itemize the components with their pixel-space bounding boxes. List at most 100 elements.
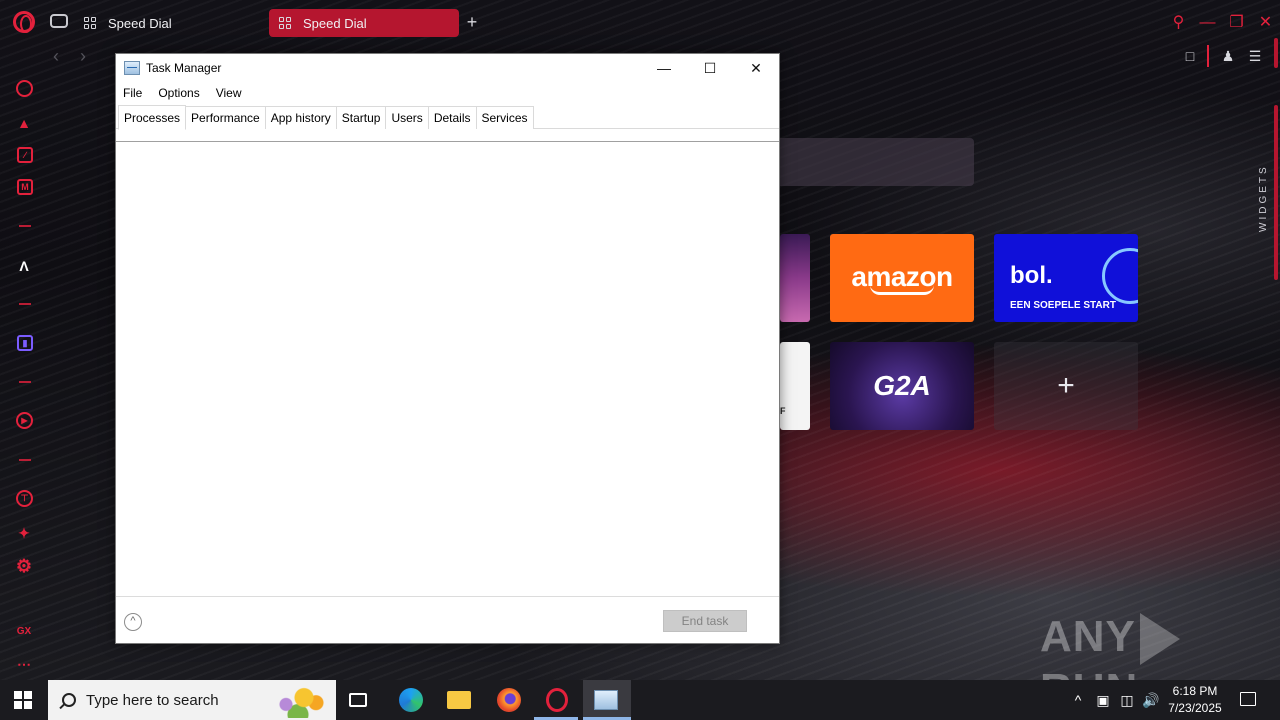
menu-view[interactable]: View [216,86,242,100]
tab-details[interactable]: Details [428,106,477,129]
profile-icon[interactable]: ♟ [1218,46,1238,66]
sidebar-separator [19,459,31,461]
speed-dial-grid-icon [84,17,96,29]
speed-dial-tile-g2a[interactable]: G2A [830,342,974,430]
tray-chevron-up-icon[interactable]: ^ [1070,680,1086,720]
amazon-smile-icon [870,285,934,295]
browser-window-controls: ⚲ — ❐ ✕ [1164,10,1280,36]
bol-logo: bol. [1010,262,1053,289]
tab-services[interactable]: Services [476,106,534,129]
extensions-puzzle-icon[interactable]: ✦ [14,523,34,543]
browser-tab-speed-dial-1[interactable]: Speed Dial [84,9,254,37]
add-speed-dial-button[interactable]: + [994,342,1138,430]
browser-close-icon[interactable]: ✕ [1251,10,1280,36]
speed-dial-tile-bol[interactable]: bol. EEN SOEPELE START [994,234,1138,322]
speed-dial-tile-amazon[interactable]: amazon [830,234,974,322]
opera-gx-taskbar-icon[interactable] [546,688,568,712]
task-manager-taskbar-icon[interactable] [594,690,618,710]
meet-now-icon[interactable]: ▣ [1094,680,1112,720]
history-clock-icon[interactable]: ⊤ [16,490,33,507]
search-placeholder: Type here to search [86,691,219,709]
speed-dial-tile-game[interactable] [780,234,810,322]
widgets-label[interactable]: WIDGETS [1258,148,1272,248]
gx-control-sidebar-icon[interactable] [16,80,33,97]
easy-setup-icon[interactable]: ☰ [1245,46,1265,66]
bol-slogan: EEN SOEPELE START [1010,300,1116,311]
g2a-logo: G2A [873,370,931,401]
watermark-left: ANY [1040,612,1136,661]
opera-gx-logo-icon[interactable] [13,11,35,33]
back-arrow-icon[interactable]: ‹ [53,46,59,67]
snapshot-icon[interactable]: □ [1180,46,1200,66]
task-view-icon[interactable] [349,693,367,707]
music-player-icon[interactable]: ▶ [16,412,33,429]
play-triangle-icon [1139,613,1180,666]
more-options-icon[interactable]: ⋯ [14,654,34,674]
scrollbar-accent [1274,38,1278,68]
widgets-rail-accent [1274,105,1278,280]
bicycle-wheel-icon [1102,248,1138,304]
gx-corner-icon[interactable]: ▲ [14,113,34,133]
news-icon[interactable]: ∕ [17,147,33,163]
search-highlight-flowers-icon [268,684,328,718]
browser-restore-icon[interactable]: ❐ [1222,10,1251,36]
clock-time: 6:18 PM [1172,684,1218,698]
new-tab-button[interactable]: + [462,12,482,32]
windows-start-icon[interactable] [14,691,32,709]
speed-dial-partial-text: F [780,406,786,416]
task-manager-titlebar[interactable]: Task Manager — ☐ ✕ [116,54,779,82]
clock-date: 7/23/2025 [1168,701,1222,715]
minimize-button[interactable]: — [641,54,687,82]
tab-performance[interactable]: Performance [186,106,266,129]
speed-dial-search-box[interactable] [780,138,974,186]
task-manager-window: Task Manager — ☐ ✕ File Options View Pro… [115,53,780,644]
browser-tab-label: Speed Dial [303,15,367,31]
network-icon[interactable]: ◫ [1118,680,1136,720]
settings-gear-icon[interactable]: ⚙ [14,556,34,576]
edge-browser-icon[interactable] [399,688,423,712]
tab-processes[interactable]: Processes [118,105,187,130]
close-button[interactable]: ✕ [733,54,779,82]
gx-brand-icon[interactable]: GX [14,622,34,642]
messenger-m-icon[interactable]: M [17,179,33,195]
task-manager-app-icon [124,61,140,75]
firefox-icon[interactable] [497,688,521,712]
browser-sidebar: ▲ ∕ M Λ ▮ ▶ ⊤ ✦ ⚙ GX ⋯ [0,70,48,680]
gx-control-icon[interactable] [50,14,68,28]
taskbar-search-box[interactable]: Type here to search [48,680,336,720]
forward-arrow-icon[interactable]: › [80,46,86,67]
speed-dial-grid-icon [279,17,291,29]
end-task-button[interactable]: End task [663,610,747,632]
volume-icon[interactable]: 🔊 [1142,680,1160,720]
task-manager-menubar: File Options View [116,82,779,104]
sidebar-separator [19,381,31,383]
tab-users[interactable]: Users [386,106,429,129]
speed-dial-tile-partial[interactable]: F [780,342,810,430]
browser-minimize-icon[interactable]: — [1193,10,1222,36]
file-explorer-icon[interactable] [447,691,471,709]
fewer-details-chevron-up-icon[interactable]: ^ [124,613,142,631]
taskbar-clock[interactable]: 6:18 PM 7/23/2025 [1162,683,1228,717]
sidebar-separator [19,225,31,227]
process-list[interactable] [116,142,779,596]
search-tabs-icon[interactable]: ⚲ [1164,10,1193,36]
tab-app-history[interactable]: App history [265,106,337,129]
task-manager-footer: ^ End task [116,596,779,643]
search-icon [62,693,76,707]
menu-file[interactable]: File [123,86,142,100]
tab-startup[interactable]: Startup [336,106,387,129]
sidebar-separator [19,303,31,305]
toolbar-divider [1207,45,1209,67]
task-manager-window-controls: — ☐ ✕ [641,54,779,82]
maximize-button[interactable]: ☐ [687,54,733,82]
browser-tab-speed-dial-2[interactable]: Speed Dial [269,9,459,37]
browser-tab-label: Speed Dial [108,15,172,31]
action-center-notification-icon[interactable] [1240,692,1256,706]
twitch-icon[interactable]: ▮ [17,335,33,351]
windows-taskbar: Type here to search ^ ▣ ◫ 🔊 6:18 PM 7/23… [0,680,1280,720]
menu-options[interactable]: Options [158,86,199,100]
browser-tab-strip: Speed Dial Speed Dial + ⚲ — ❐ ✕ [0,0,1280,44]
task-manager-tabs: Processes Performance App history Startu… [116,105,779,130]
task-manager-title: Task Manager [146,61,222,75]
aria-ai-icon[interactable]: Λ [14,256,34,276]
